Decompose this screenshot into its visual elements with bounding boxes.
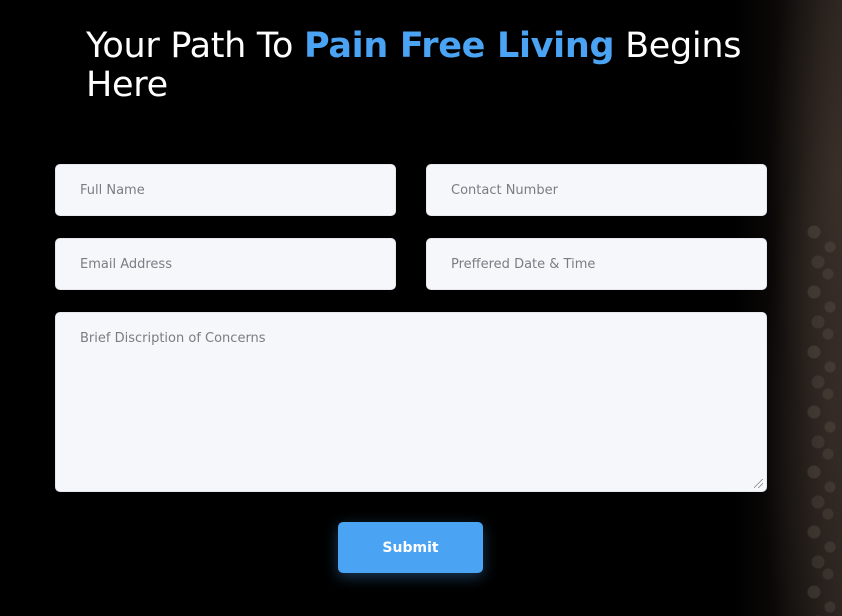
background-photo-pattern [802, 220, 842, 616]
contact-number-field[interactable]: Contact Number [426, 164, 767, 216]
concerns-textarea[interactable]: Brief Discription of Concerns [55, 312, 767, 492]
concerns-placeholder: Brief Discription of Concerns [80, 331, 266, 346]
full-name-placeholder: Full Name [80, 182, 145, 198]
preferred-datetime-field[interactable]: Preffered Date & Time [426, 238, 767, 290]
email-field[interactable]: Email Address [55, 238, 396, 290]
heading-text-start: Your Path To [86, 26, 304, 66]
contact-number-placeholder: Contact Number [451, 182, 558, 198]
page-heading: Your Path To Pain Free Living Begins Her… [86, 27, 786, 105]
resize-grip-icon[interactable] [754, 479, 763, 488]
submit-label: Submit [382, 539, 439, 556]
full-name-field[interactable]: Full Name [55, 164, 396, 216]
submit-button[interactable]: Submit [338, 522, 483, 573]
email-placeholder: Email Address [80, 256, 172, 272]
preferred-datetime-placeholder: Preffered Date & Time [451, 256, 596, 272]
heading-highlight: Pain Free Living [303, 26, 615, 66]
